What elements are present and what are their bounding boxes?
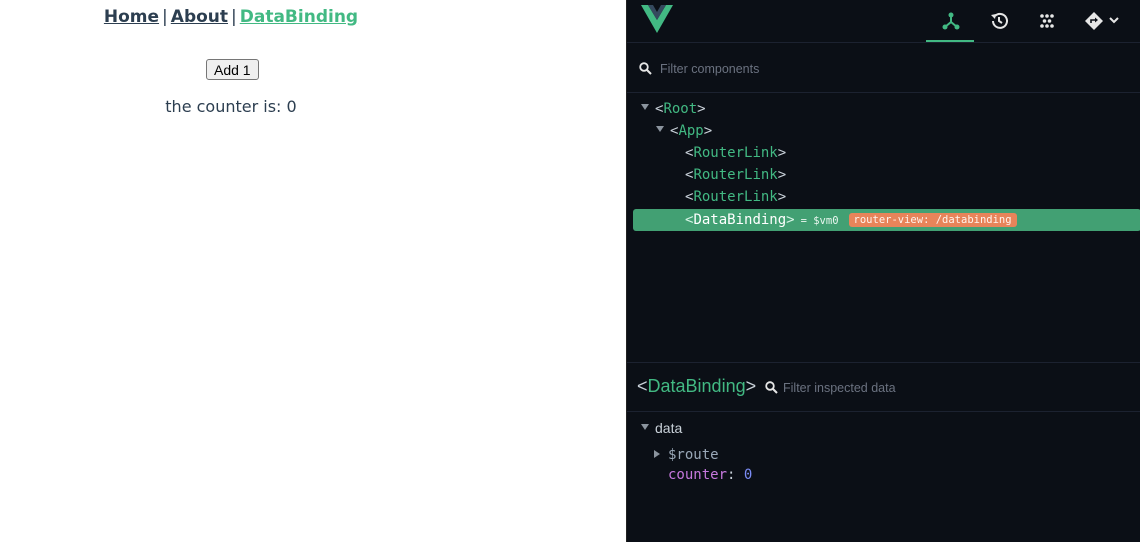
counter-text: the counter is: 0 — [165, 97, 297, 116]
prop-route[interactable]: $route — [654, 447, 719, 463]
expand-arrow-icon[interactable] — [656, 126, 664, 132]
add-one-button[interactable]: Add 1 — [206, 59, 259, 80]
filter-components-input[interactable] — [660, 58, 1120, 80]
vm-reference: = $vm0 — [800, 215, 839, 227]
nav-link-about[interactable]: About — [171, 7, 228, 27]
tree-node-databinding-selected[interactable]: <DataBinding> = $vm0 router-view: /databin… — [633, 209, 1140, 231]
tree-node-app[interactable]: <App> — [656, 120, 712, 142]
components-icon[interactable] — [938, 8, 964, 34]
tree-node-routerlink[interactable]: <RouterLink> — [685, 164, 786, 186]
tree-node-root[interactable]: <Root> — [641, 98, 706, 120]
expand-arrow-icon[interactable] — [641, 104, 649, 110]
nav-link-home[interactable]: Home — [104, 7, 159, 27]
tree-node-routerlink[interactable]: <RouterLink> — [685, 186, 786, 208]
router-view-badge: router-view: /databinding — [848, 213, 1017, 227]
inspected-component-title: <DataBinding> — [637, 376, 757, 396]
inspector-header: <DataBinding> — [627, 362, 1140, 412]
component-filter — [627, 44, 1140, 93]
search-icon — [639, 62, 652, 75]
data-section-header[interactable]: data — [641, 420, 682, 436]
top-nav: Home | About | DataBinding — [0, 7, 462, 27]
nav-link-databinding[interactable]: DataBinding — [240, 7, 358, 27]
nav-separator: | — [231, 7, 237, 27]
filter-inspected-data-input[interactable] — [783, 377, 1123, 399]
devtools-toolbar — [627, 0, 1140, 43]
search-icon — [765, 381, 778, 394]
tree-node-routerlink[interactable]: <RouterLink> — [685, 142, 786, 164]
active-tab-indicator — [926, 40, 974, 42]
vue-devtools-panel: <Root> <App> <RouterLink> <RouterLink> <… — [626, 0, 1140, 542]
plugins-icon[interactable] — [1034, 8, 1060, 34]
nav-separator: | — [162, 7, 168, 27]
prop-counter[interactable]: counter: 0 — [668, 467, 752, 483]
timeline-icon[interactable] — [986, 8, 1012, 34]
expand-arrow-icon[interactable] — [641, 424, 649, 431]
collapsed-arrow-icon[interactable] — [654, 450, 660, 458]
counter-value[interactable]: 0 — [744, 467, 752, 483]
router-icon[interactable] — [1083, 8, 1123, 34]
app-preview: Home | About | DataBinding Add 1 the counter… — [0, 0, 626, 542]
vue-logo-icon — [641, 5, 673, 33]
